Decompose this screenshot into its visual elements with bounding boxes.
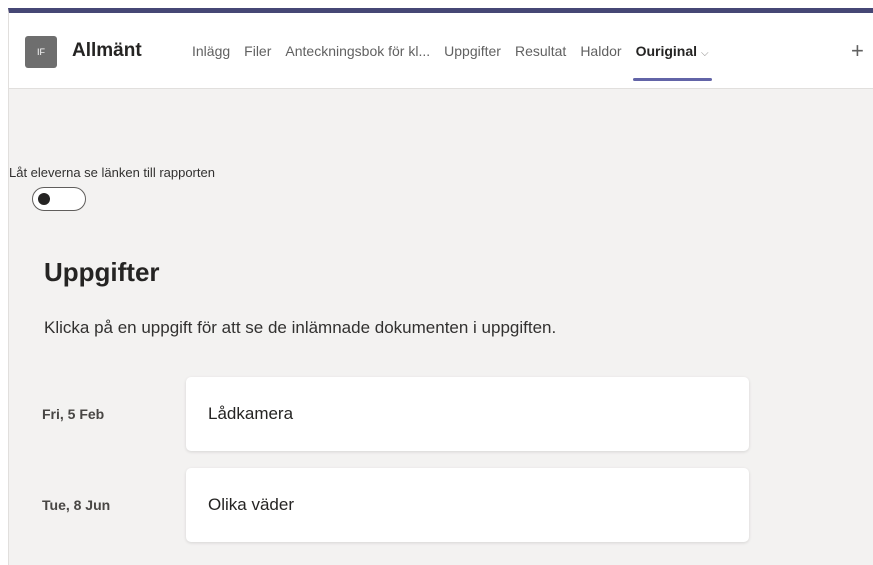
chevron-down-icon[interactable]: ⌵ (701, 48, 709, 59)
page-title: Uppgifter (44, 257, 160, 287)
toggle-label: Låt eleverna se länken till rapporten (9, 165, 215, 180)
tab-anteckningsbok[interactable]: Anteckningsbok för kl... (278, 31, 437, 89)
tab-haldor[interactable]: Haldor (573, 31, 628, 89)
assignment-card[interactable]: Lådkamera (186, 377, 749, 451)
assignment-row: Fri, 5 Feb Lådkamera (9, 377, 873, 451)
tab-bar: Inlägg Filer Anteckningsbok för kl... Up… (185, 31, 716, 89)
page-description: Klicka på en uppgift för att se de inläm… (44, 318, 557, 337)
assignment-date: Fri, 5 Feb (42, 406, 105, 422)
app-frame: IF Allmänt Inlägg Filer Anteckningsbok f… (8, 8, 873, 565)
tab-uppgifter[interactable]: Uppgifter (437, 31, 508, 89)
add-tab-button[interactable]: + (851, 31, 864, 71)
tab-ouriginal[interactable]: Ouriginal ⌵ (629, 31, 716, 89)
assignment-date: Tue, 8 Jun (42, 497, 111, 513)
channel-header: IF Allmänt Inlägg Filer Anteckningsbok f… (9, 13, 873, 89)
tab-inlagg[interactable]: Inlägg (185, 31, 237, 89)
tab-ouriginal-label: Ouriginal (635, 43, 698, 59)
tab-filer[interactable]: Filer (237, 31, 278, 89)
tab-resultat[interactable]: Resultat (508, 31, 573, 89)
assignment-row: Tue, 8 Jun Olika väder (9, 468, 873, 542)
channel-name: Allmänt (72, 40, 142, 61)
show-report-link-toggle[interactable] (32, 187, 86, 211)
team-avatar[interactable]: IF (25, 36, 57, 68)
toggle-knob (38, 193, 50, 205)
assignment-card[interactable]: Olika väder (186, 468, 749, 542)
